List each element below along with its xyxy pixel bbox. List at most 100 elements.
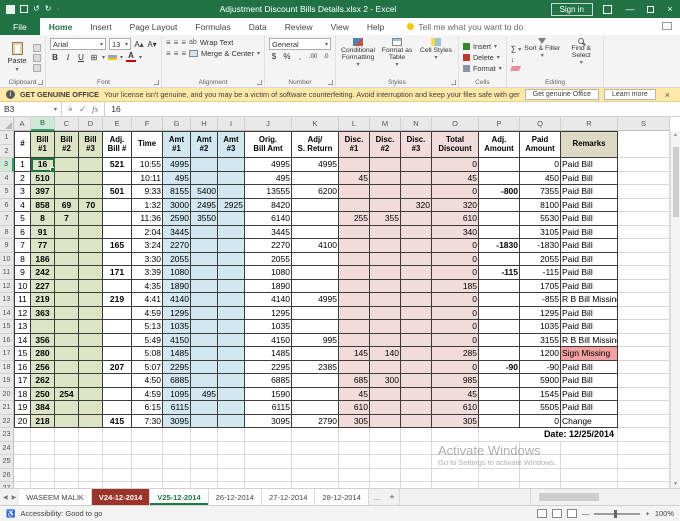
cell-L8[interactable] [339, 225, 370, 239]
cell-I19[interactable] [218, 374, 245, 388]
cell-C14[interactable] [55, 306, 79, 320]
cell-S20[interactable] [618, 387, 670, 401]
next-sheet-icon[interactable]: ▶ [12, 494, 17, 501]
cell-A5[interactable]: 3 [14, 185, 31, 199]
cell-O3[interactable]: 0 [432, 158, 479, 172]
cell-E25[interactable] [103, 455, 132, 469]
cell-D11[interactable] [79, 266, 103, 280]
cell-H5[interactable]: 5400 [191, 185, 218, 199]
cell-P8[interactable] [479, 225, 520, 239]
column-header-P[interactable]: P [479, 117, 520, 131]
cell-B17[interactable]: 280 [31, 347, 55, 361]
cell-H6[interactable]: 2495 [191, 198, 218, 212]
cell-H13[interactable] [191, 293, 218, 307]
cell-D27[interactable] [79, 482, 103, 488]
align-top-icon[interactable]: ≡ [166, 38, 171, 47]
cell-P24[interactable] [479, 441, 520, 455]
cell-N18[interactable] [401, 360, 432, 374]
cell-N14[interactable] [401, 306, 432, 320]
italic-button[interactable]: I [63, 53, 73, 62]
column-header-I[interactable]: I [218, 117, 245, 131]
cell-Q22[interactable]: 0 [520, 414, 561, 428]
cell-S3[interactable] [618, 158, 670, 172]
cell-A10[interactable]: 8 [14, 252, 31, 266]
cell-G6[interactable]: 3000 [163, 198, 191, 212]
cell-G12[interactable]: 1890 [163, 279, 191, 293]
cell-A20[interactable]: 18 [14, 387, 31, 401]
cell-B14[interactable]: 363 [31, 306, 55, 320]
cell-F4[interactable]: 10:11 [132, 171, 163, 185]
notice-close-icon[interactable]: × [661, 90, 674, 100]
cell-A24[interactable] [14, 441, 31, 455]
cell-C6[interactable]: 69 [55, 198, 79, 212]
cell-G22[interactable]: 3095 [163, 414, 191, 428]
cell-G11[interactable]: 1080 [163, 266, 191, 280]
cell-Q15[interactable]: 1035 [520, 320, 561, 334]
cell-H25[interactable] [191, 455, 218, 469]
cell-M25[interactable] [370, 455, 401, 469]
get-genuine-office-button[interactable]: Get genuine Office [524, 89, 599, 100]
cell-O9[interactable]: 0 [432, 239, 479, 253]
cell-R1[interactable]: Remarks [561, 131, 618, 158]
cell-B24[interactable] [31, 441, 55, 455]
cell-L18[interactable] [339, 360, 370, 374]
cell-B3[interactable]: 16 [31, 158, 55, 172]
cell-D22[interactable] [79, 414, 103, 428]
cell-E21[interactable] [103, 401, 132, 415]
cell-K25[interactable] [292, 455, 339, 469]
cell-A15[interactable]: 13 [14, 320, 31, 334]
cell-G27[interactable] [163, 482, 191, 488]
minimize-button[interactable]: — [620, 0, 640, 18]
insert-button[interactable]: Insert ▾ [462, 42, 502, 51]
cell-N26[interactable] [401, 468, 432, 482]
cell-P27[interactable] [479, 482, 520, 488]
cell-Q11[interactable]: -115 [520, 266, 561, 280]
merge-center-button[interactable]: Merge & Center [201, 49, 254, 58]
cell-K15[interactable] [292, 320, 339, 334]
cell-S26[interactable] [618, 468, 670, 482]
cell-R12[interactable]: Paid Bill [561, 279, 618, 293]
align-middle-icon[interactable]: ≡ [174, 38, 179, 47]
cell-R24[interactable] [561, 441, 618, 455]
cell-G7[interactable]: 2590 [163, 212, 191, 226]
cell-K24[interactable] [292, 441, 339, 455]
cell-A27[interactable] [14, 482, 31, 488]
cell-Q12[interactable]: 1705 [520, 279, 561, 293]
column-header-C[interactable]: C [55, 117, 79, 131]
cell-J27[interactable] [245, 482, 292, 488]
cell-I11[interactable] [218, 266, 245, 280]
cell-B15[interactable] [31, 320, 55, 334]
cell-F24[interactable] [132, 441, 163, 455]
column-header-H[interactable]: H [191, 117, 218, 131]
cell-I13[interactable] [218, 293, 245, 307]
cell-G10[interactable]: 2055 [163, 252, 191, 266]
cell-R16[interactable]: R B Bill Missing [561, 333, 618, 347]
cell-P26[interactable] [479, 468, 520, 482]
cell-S7[interactable] [618, 212, 670, 226]
cell-P13[interactable] [479, 293, 520, 307]
font-size-select[interactable]: 13 ▾ [109, 38, 131, 50]
cell-G26[interactable] [163, 468, 191, 482]
cell-B22[interactable]: 218 [31, 414, 55, 428]
cell-M26[interactable] [370, 468, 401, 482]
cell-C11[interactable] [55, 266, 79, 280]
cell-N7[interactable] [401, 212, 432, 226]
underline-button[interactable]: U [76, 53, 86, 62]
cell-A25[interactable] [14, 455, 31, 469]
cell-C18[interactable] [55, 360, 79, 374]
sheet-tab-overflow[interactable]: ... [369, 489, 385, 505]
cell-H7[interactable]: 3550 [191, 212, 218, 226]
cell-O14[interactable]: 0 [432, 306, 479, 320]
cell-D20[interactable] [79, 387, 103, 401]
cell-S11[interactable] [618, 266, 670, 280]
cell-A4[interactable]: 2 [14, 171, 31, 185]
cell-J18[interactable]: 2295 [245, 360, 292, 374]
horizontal-scrollbar[interactable] [530, 489, 680, 505]
cell-R20[interactable]: Paid Bill [561, 387, 618, 401]
cell-B25[interactable] [31, 455, 55, 469]
cell-N13[interactable] [401, 293, 432, 307]
cell-F16[interactable]: 5:49 [132, 333, 163, 347]
cell-E12[interactable] [103, 279, 132, 293]
cell-Q27[interactable] [520, 482, 561, 488]
cell-I25[interactable] [218, 455, 245, 469]
